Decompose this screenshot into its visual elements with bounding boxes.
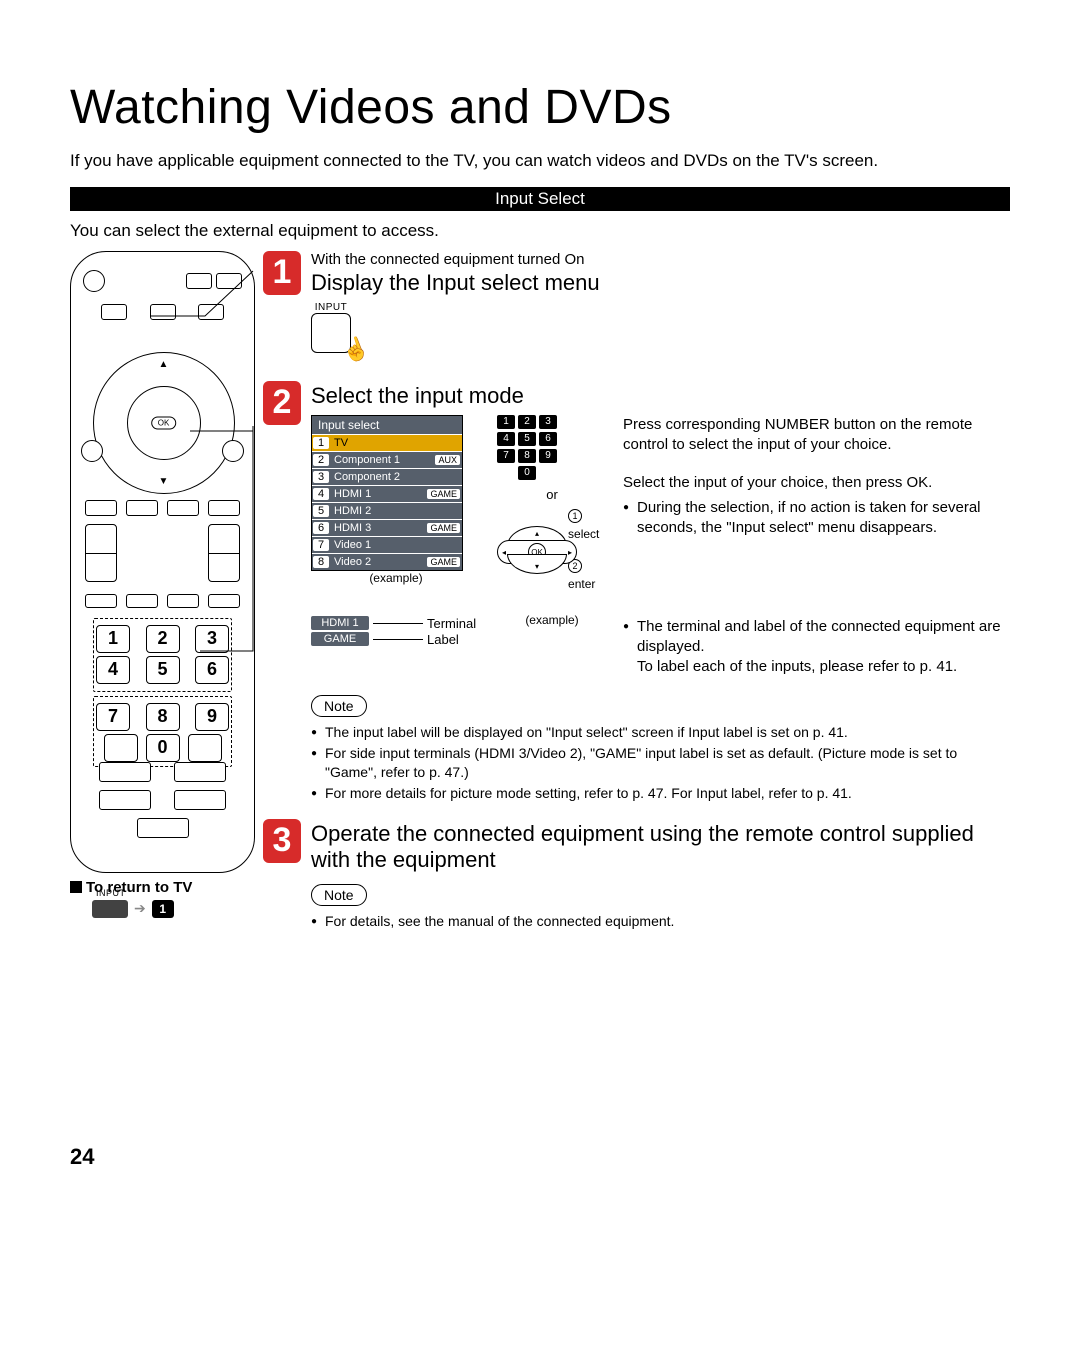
step-number-3: 3 bbox=[263, 819, 301, 863]
num-key-1: 1 bbox=[96, 625, 130, 653]
intro-text: If you have applicable equipment connect… bbox=[70, 149, 1010, 173]
label-chip: GAME bbox=[311, 632, 369, 646]
arrow-up-icon: ▲ bbox=[159, 359, 169, 370]
section-intro: You can select the external equipment to… bbox=[70, 221, 1010, 241]
color-button bbox=[167, 594, 199, 608]
number-grid-figure: 123 456 789 0 bbox=[497, 415, 557, 483]
note-item: The input label will be displayed on "In… bbox=[311, 723, 1010, 742]
remote-button bbox=[216, 273, 242, 289]
note-item: For side input terminals (HDMI 3/Video 2… bbox=[311, 744, 1010, 782]
arrow-right-icon: ➔ bbox=[134, 900, 146, 917]
input-mini-label: INPUT bbox=[96, 888, 126, 898]
remote-button bbox=[126, 500, 158, 516]
remote-button bbox=[101, 304, 127, 320]
step-number-1: 1 bbox=[263, 251, 301, 295]
remote-button bbox=[174, 762, 226, 782]
remote-button bbox=[83, 270, 105, 292]
menu-header: Input select bbox=[312, 416, 462, 434]
note-item: For details, see the manual of the conne… bbox=[311, 912, 1010, 931]
remote-button bbox=[167, 500, 199, 516]
step-number-2: 2 bbox=[263, 381, 301, 425]
num-key-7: 7 bbox=[96, 703, 130, 731]
square-icon bbox=[70, 881, 82, 893]
num-key-2: 2 bbox=[146, 625, 180, 653]
example-caption: (example) bbox=[311, 571, 481, 585]
return-to-tv: To return to TV INPUT ➔ 1 bbox=[70, 879, 255, 918]
channel-rocker bbox=[208, 524, 240, 582]
terminal-text: Terminal bbox=[427, 616, 476, 631]
remote-button bbox=[99, 790, 151, 810]
num-key-blank: . bbox=[188, 734, 222, 762]
remote-button bbox=[208, 500, 240, 516]
terminal-label-figure: HDMI 1 Terminal GAME Label bbox=[311, 616, 476, 648]
remote-numpad: 1 2 3 4 5 6 7 8 bbox=[93, 618, 232, 771]
section-header: Input Select bbox=[70, 187, 1010, 211]
example-caption: (example) bbox=[497, 613, 607, 627]
arrow-down-icon: ▼ bbox=[159, 476, 169, 487]
terminal-chip: HDMI 1 bbox=[311, 616, 369, 630]
or-separator: or bbox=[497, 487, 607, 502]
volume-rocker bbox=[85, 524, 117, 582]
arrow-down-icon: ▾ bbox=[535, 562, 539, 571]
remote-button bbox=[85, 500, 117, 516]
num-key-0: 0 bbox=[146, 734, 180, 762]
nav-oval-figure: ▴ ◂ OK ▸ ▾ bbox=[497, 526, 564, 574]
num-key-9: 9 bbox=[195, 703, 229, 731]
input-select-menu: Input select 1TV 2Component 1AUX 3Compon… bbox=[311, 415, 463, 571]
num-key-6: 6 bbox=[195, 656, 229, 684]
color-button bbox=[208, 594, 240, 608]
input-button-figure: INPUT ☝ bbox=[311, 302, 351, 353]
num-key-blank: . bbox=[104, 734, 138, 762]
label-text: Label bbox=[427, 632, 459, 647]
remote-button bbox=[150, 304, 176, 320]
num-chip-1: 1 bbox=[152, 900, 174, 918]
remote-button bbox=[137, 818, 189, 838]
input-button-icon bbox=[92, 900, 128, 918]
page-title: Watching Videos and DVDs bbox=[70, 80, 1010, 135]
remote-illustration: ▲ ▼ OK bbox=[70, 251, 255, 873]
remote-button bbox=[198, 304, 224, 320]
step3-title: Operate the connected equipment using th… bbox=[311, 821, 1010, 874]
step2-bullet: The terminal and label of the connected … bbox=[623, 617, 1010, 678]
num-key-5: 5 bbox=[146, 656, 180, 684]
step2-text-b: Select the input of your choice, then pr… bbox=[623, 473, 1010, 493]
step2-title: Select the input mode bbox=[311, 383, 1010, 409]
input-button-label: INPUT bbox=[311, 302, 351, 313]
page-number: 24 bbox=[70, 1144, 94, 1170]
num-key-4: 4 bbox=[96, 656, 130, 684]
remote-button bbox=[99, 762, 151, 782]
step1-title: Display the Input select menu bbox=[311, 270, 1010, 296]
step1-pretext: With the connected equipment turned On bbox=[311, 251, 1010, 268]
remote-button bbox=[81, 440, 103, 462]
color-button bbox=[85, 594, 117, 608]
note-pill: Note bbox=[311, 884, 367, 906]
num-key-8: 8 bbox=[146, 703, 180, 731]
num-key-3: 3 bbox=[195, 625, 229, 653]
note-pill: Note bbox=[311, 695, 367, 717]
ok-button: OK bbox=[151, 416, 177, 429]
color-button bbox=[126, 594, 158, 608]
arrow-left-icon: ◂ bbox=[502, 548, 506, 557]
circled-1-icon: 1 bbox=[568, 509, 582, 523]
step2-text-a: Press corresponding NUMBER button on the… bbox=[623, 415, 1010, 456]
nav-ring: ▲ ▼ OK bbox=[93, 352, 235, 494]
remote-button bbox=[186, 273, 212, 289]
remote-button bbox=[174, 790, 226, 810]
arrow-right-icon: ▸ bbox=[568, 548, 572, 557]
remote-button bbox=[222, 440, 244, 462]
note-item: For more details for picture mode settin… bbox=[311, 784, 1010, 803]
arrow-up-icon: ▴ bbox=[535, 529, 539, 538]
step2-bullet: During the selection, if no action is ta… bbox=[623, 498, 1010, 539]
